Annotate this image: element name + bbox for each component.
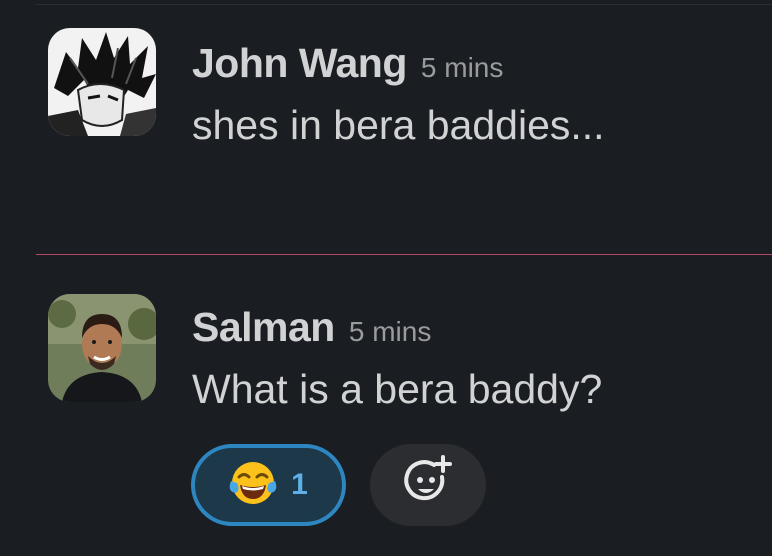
reaction-tears-of-joy[interactable]: 1 [191,444,346,526]
add-reaction-icon [398,453,458,518]
sender-name[interactable]: John Wang [192,40,407,87]
unread-divider [36,254,772,255]
add-reaction-button[interactable] [370,444,486,526]
message-text: shes in bera baddies... [192,102,605,148]
avatar[interactable] [48,28,156,136]
tears-of-joy-emoji-icon [229,459,277,512]
message-header: John Wang 5 mins [192,40,503,87]
avatar[interactable] [48,294,156,402]
timestamp[interactable]: 5 mins [349,316,431,348]
reaction-count: 1 [291,468,308,501]
manga-avatar-image [48,28,156,136]
message-text: What is a bera baddy? [192,366,603,412]
photo-avatar-image [48,294,156,402]
message-header: Salman 5 mins [192,304,431,351]
top-separator [36,4,772,5]
bottom-edge [0,548,300,556]
sender-name[interactable]: Salman [192,304,335,351]
timestamp[interactable]: 5 mins [421,52,503,84]
